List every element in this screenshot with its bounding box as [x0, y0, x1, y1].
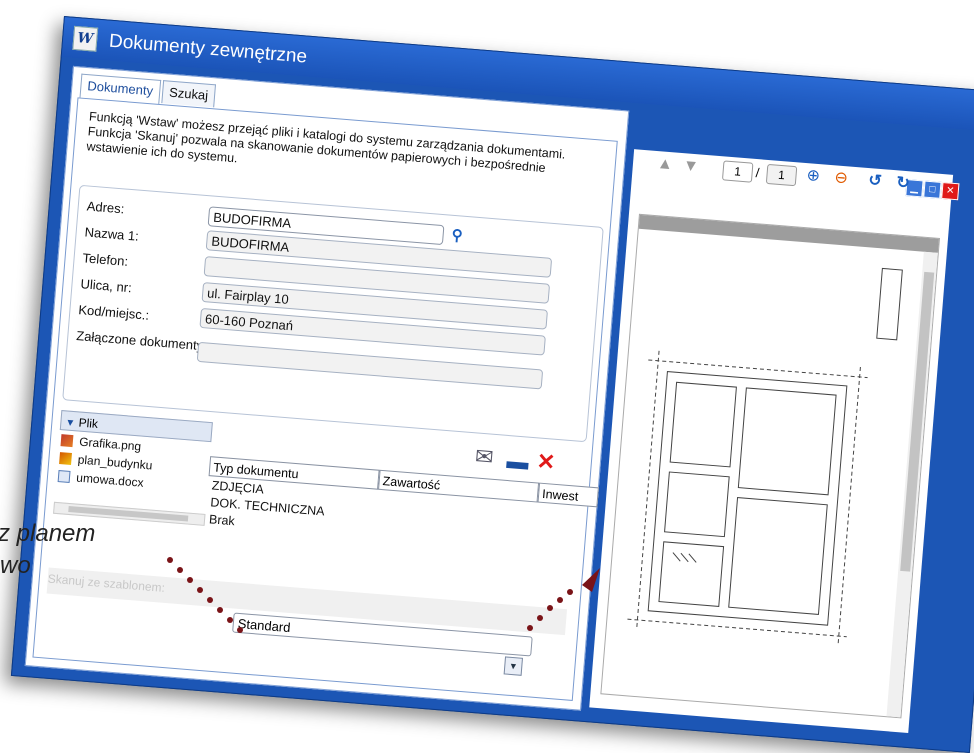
document-viewer[interactable] — [600, 213, 941, 719]
overlay-line-2: wo — [0, 552, 31, 579]
contact-fieldset: Adres: BUDOFIRMA ⚲ Nazwa 1: BUDOFIRMA Te… — [62, 184, 604, 443]
rotate-left-icon[interactable]: ↺ — [868, 170, 883, 191]
file-name: umowa.docx — [75, 470, 145, 490]
adres-label: Adres: — [86, 198, 125, 217]
delete-icon[interactable]: ✕ — [536, 448, 556, 474]
rotate-right-icon[interactable]: ↻ — [896, 172, 911, 193]
page-total-field: 1 — [765, 163, 798, 187]
page-up-icon[interactable]: ▲ — [656, 155, 673, 174]
tab-body: Funkcją 'Wstaw' możesz przejąć pliki i k… — [32, 97, 618, 702]
chevron-down-icon[interactable]: ▼ — [503, 656, 524, 676]
documents-window: W Dokumenty zewnętrzne Dokumenty Szukaj … — [10, 16, 974, 753]
overlay-caption: z planem wo — [0, 518, 95, 582]
window-title: Dokumenty zewnętrzne — [108, 30, 308, 68]
ulica-label: Ulica, nr: — [79, 276, 133, 296]
page-current-field[interactable]: 1 — [721, 160, 754, 183]
documents-panel: Dokumenty Szukaj Funkcją 'Wstaw' możesz … — [24, 65, 630, 711]
tab-bar: Dokumenty Szukaj — [79, 73, 217, 108]
search-icon[interactable]: ⚲ — [451, 226, 463, 245]
close-icon[interactable]: ✕ — [941, 181, 960, 201]
column-inwest[interactable]: Inwest — [537, 482, 599, 508]
page-separator: / — [755, 165, 760, 181]
app-logo-icon: W — [72, 25, 99, 52]
folder-icon[interactable]: ▬ — [506, 448, 530, 475]
page-down-icon[interactable]: ▼ — [682, 157, 699, 176]
info-text: Funkcją 'Wstaw' możesz przejąć pliki i k… — [86, 109, 566, 176]
floor-plan-drawing — [627, 267, 903, 647]
file-header-label: Plik — [78, 415, 99, 432]
attachments-area: ▼ Plik Grafika.png plan_budynku umowa.do… — [49, 410, 599, 602]
doc-type-cell[interactable]: ZDJĘCIA — [211, 478, 264, 496]
zoom-in-icon[interactable]: ⊕ — [806, 165, 821, 186]
kod-label: Kod/miejsc.: — [77, 302, 150, 323]
image-icon — [59, 452, 72, 466]
zoom-out-icon[interactable]: ⊖ — [834, 167, 849, 188]
telefon-label: Telefon: — [82, 250, 129, 269]
column-zawartosc[interactable]: Zawartość — [378, 469, 540, 503]
sort-down-icon: ▼ — [64, 417, 76, 430]
overlay-line-1: z planem — [0, 520, 96, 547]
file-name: Grafika.png — [78, 434, 142, 454]
maximize-icon[interactable]: □ — [923, 180, 942, 199]
nazwa-label: Nazwa 1: — [84, 224, 140, 244]
doc-type-cell[interactable]: Brak — [209, 512, 236, 528]
doc-icon — [57, 470, 71, 483]
image-icon — [60, 434, 74, 448]
zalaczone-label: Załączone dokumenty: — [75, 328, 208, 354]
scan-mail-icon[interactable]: ✉ — [474, 443, 494, 469]
tab-szukaj[interactable]: Szukaj — [161, 80, 217, 108]
